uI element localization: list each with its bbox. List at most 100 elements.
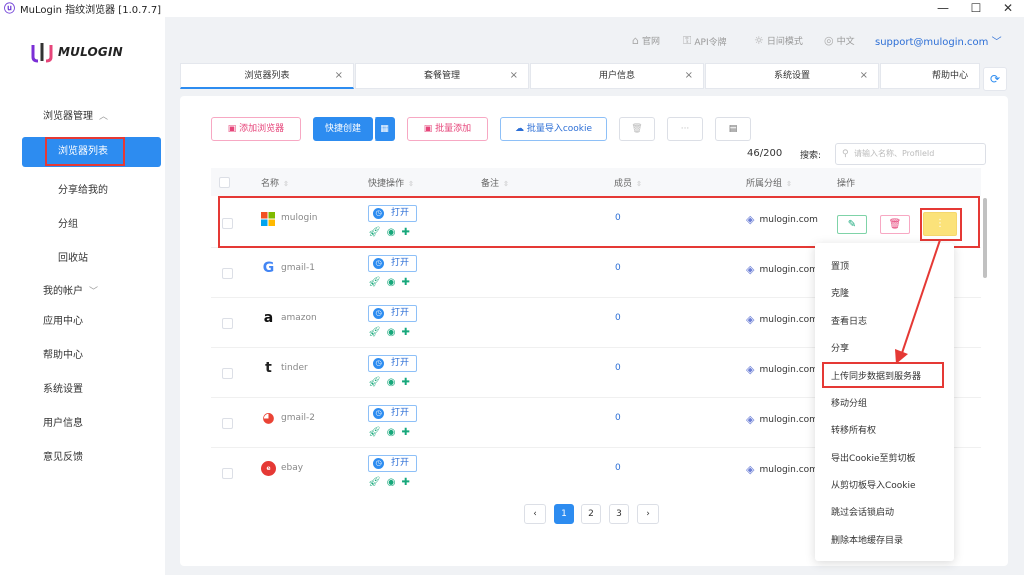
- row-checkbox[interactable]: [222, 468, 233, 479]
- page-2-button[interactable]: 2: [581, 504, 601, 524]
- close-icon[interactable]: ×: [860, 64, 868, 88]
- member-count[interactable]: 0: [615, 313, 621, 323]
- fingerprint-icon[interactable]: ◉: [387, 377, 396, 388]
- row-checkbox[interactable]: [222, 318, 233, 329]
- member-count[interactable]: 0: [615, 463, 621, 473]
- batch-import-cookie-button[interactable]: ☁ 批量导入cookie: [500, 117, 607, 141]
- delete-selected-button[interactable]: 🗑: [619, 117, 655, 141]
- open-browser-button[interactable]: ◷ 打开: [368, 455, 417, 472]
- column-header-name[interactable]: 名称 ⇳: [261, 176, 289, 189]
- header-link-language[interactable]: ◎ 中文: [824, 34, 855, 47]
- quick-actions: 🚀︎ ◉ ✚: [368, 427, 410, 438]
- open-browser-button[interactable]: ◷ 打开: [368, 355, 417, 372]
- rocket-icon[interactable]: 🚀︎: [368, 277, 381, 288]
- quick-create-button[interactable]: 快捷创建: [313, 117, 373, 141]
- column-header-members[interactable]: 成员 ⇳: [614, 176, 642, 189]
- sidebar-section-browser-management[interactable]: 浏览器管理 ︿: [0, 107, 165, 122]
- page-1-button[interactable]: 1: [554, 504, 574, 524]
- puzzle-icon[interactable]: ✚: [401, 427, 409, 438]
- header-link-label: API令牌: [694, 37, 727, 48]
- sidebar-item-system-settings[interactable]: 系统设置: [0, 380, 165, 395]
- table-scrollbar[interactable]: [982, 196, 988, 486]
- account-menu[interactable]: support@mulogin.com ﹀: [875, 33, 1002, 48]
- select-all-checkbox[interactable]: [219, 177, 230, 188]
- member-count[interactable]: 0: [615, 363, 621, 373]
- sidebar-item-feedback[interactable]: 意见反馈: [0, 448, 165, 463]
- batch-add-button[interactable]: ▣ 批量添加: [407, 117, 488, 141]
- globe-icon: ◎: [824, 34, 834, 47]
- menu-item-delete-local-cache[interactable]: 删除本地缓存目录: [831, 533, 903, 546]
- sidebar-item-groups[interactable]: 分组: [0, 215, 165, 230]
- column-header-notes[interactable]: 备注 ⇳: [481, 176, 509, 189]
- member-count[interactable]: 0: [615, 413, 621, 423]
- quick-actions: 🚀︎ ◉ ✚: [368, 327, 410, 338]
- rocket-icon[interactable]: 🚀︎: [368, 377, 381, 388]
- menu-item-pin-top[interactable]: 置顶: [831, 259, 849, 272]
- group-icon: ◈: [746, 463, 755, 476]
- tab-package-management[interactable]: 套餐管理 ×: [355, 63, 529, 89]
- minimize-button[interactable]: —: [925, 0, 961, 17]
- tab-browser-list[interactable]: 浏览器列表 ×: [180, 63, 354, 89]
- close-window-button[interactable]: ✕: [990, 0, 1024, 17]
- search-input[interactable]: ⚲ 请输入名称、ProfileId: [835, 143, 986, 165]
- fingerprint-icon[interactable]: ◉: [387, 277, 396, 288]
- next-page-button[interactable]: ›: [637, 504, 659, 524]
- fingerprint-icon[interactable]: ◉: [387, 427, 396, 438]
- add-browser-button[interactable]: ▣ 添加浏览器: [211, 117, 301, 141]
- sidebar-item-user-info[interactable]: 用户信息: [0, 414, 165, 429]
- member-count[interactable]: 0: [615, 263, 621, 273]
- close-icon[interactable]: ×: [685, 64, 693, 88]
- page-3-button[interactable]: 3: [609, 504, 629, 524]
- menu-item-skip-session-lock[interactable]: 跳过会话锁启动: [831, 505, 894, 518]
- open-browser-button[interactable]: ◷ 打开: [368, 255, 417, 272]
- menu-item-move-group[interactable]: 移动分组: [831, 396, 867, 409]
- sidebar-item-help-center[interactable]: 帮助中心: [0, 346, 165, 361]
- menu-item-clone[interactable]: 克隆: [831, 286, 849, 299]
- trash-icon: 🗑: [631, 124, 643, 134]
- row-checkbox[interactable]: [222, 268, 233, 279]
- open-browser-button[interactable]: ◷ 打开: [368, 305, 417, 322]
- sidebar-item-recycle-bin[interactable]: 回收站: [0, 249, 165, 264]
- tab-system-settings[interactable]: 系统设置 ×: [705, 63, 879, 89]
- more-actions-button[interactable]: ···: [667, 117, 703, 141]
- menu-item-view-logs[interactable]: 查看日志: [831, 314, 867, 327]
- puzzle-icon[interactable]: ✚: [401, 277, 409, 288]
- row-checkbox[interactable]: [222, 368, 233, 379]
- sidebar-item-shared-with-me[interactable]: 分享给我的: [0, 181, 165, 196]
- prev-page-button[interactable]: ‹: [524, 504, 546, 524]
- menu-item-transfer-ownership[interactable]: 转移所有权: [831, 423, 876, 436]
- profile-name: tinder: [281, 363, 308, 373]
- row-checkbox[interactable]: [222, 418, 233, 429]
- rocket-icon[interactable]: 🚀︎: [368, 427, 381, 438]
- maximize-button[interactable]: ☐: [958, 0, 994, 17]
- close-icon[interactable]: ×: [335, 64, 343, 88]
- rocket-icon[interactable]: 🚀︎: [368, 327, 381, 338]
- clock-icon: ◷: [373, 308, 384, 319]
- header-link-api-token[interactable]: ⚿ API令牌: [683, 34, 727, 48]
- scrollbar-thumb[interactable]: [983, 198, 987, 278]
- menu-item-import-cookie[interactable]: 从剪切板导入Cookie: [831, 478, 916, 491]
- sidebar-item-my-account[interactable]: 我的帐户 ﹀: [0, 282, 165, 297]
- export-button[interactable]: ▤: [715, 117, 751, 141]
- menu-item-export-cookie[interactable]: 导出Cookie至剪切板: [831, 451, 916, 464]
- column-header-group[interactable]: 所属分组 ⇳: [746, 176, 792, 189]
- puzzle-icon[interactable]: ✚: [401, 377, 409, 388]
- header-link-website[interactable]: ⌂ 官网: [632, 34, 660, 47]
- menu-item-share[interactable]: 分享: [831, 341, 849, 354]
- rocket-icon[interactable]: 🚀︎: [368, 477, 381, 486]
- close-icon[interactable]: ×: [510, 64, 518, 88]
- open-browser-button[interactable]: ◷ 打开: [368, 405, 417, 422]
- fingerprint-icon[interactable]: ◉: [387, 477, 396, 486]
- sidebar-item-app-center[interactable]: 应用中心: [0, 312, 165, 327]
- refresh-tabs-button[interactable]: ⟳: [983, 67, 1007, 91]
- fingerprint-icon[interactable]: ◉: [387, 327, 396, 338]
- quick-actions: 🚀︎ ◉ ✚: [368, 477, 410, 486]
- header-link-day-mode[interactable]: ☼ 日间模式: [754, 34, 803, 47]
- button-label: 打开: [391, 408, 410, 418]
- quick-create-options-button[interactable]: ▦: [374, 117, 395, 141]
- tab-help-center[interactable]: 帮助中心: [880, 63, 980, 89]
- puzzle-icon[interactable]: ✚: [401, 327, 409, 338]
- puzzle-icon[interactable]: ✚: [401, 477, 409, 486]
- column-header-quick-actions[interactable]: 快捷操作 ⇳: [368, 176, 414, 189]
- tab-user-info[interactable]: 用户信息 ×: [530, 63, 704, 89]
